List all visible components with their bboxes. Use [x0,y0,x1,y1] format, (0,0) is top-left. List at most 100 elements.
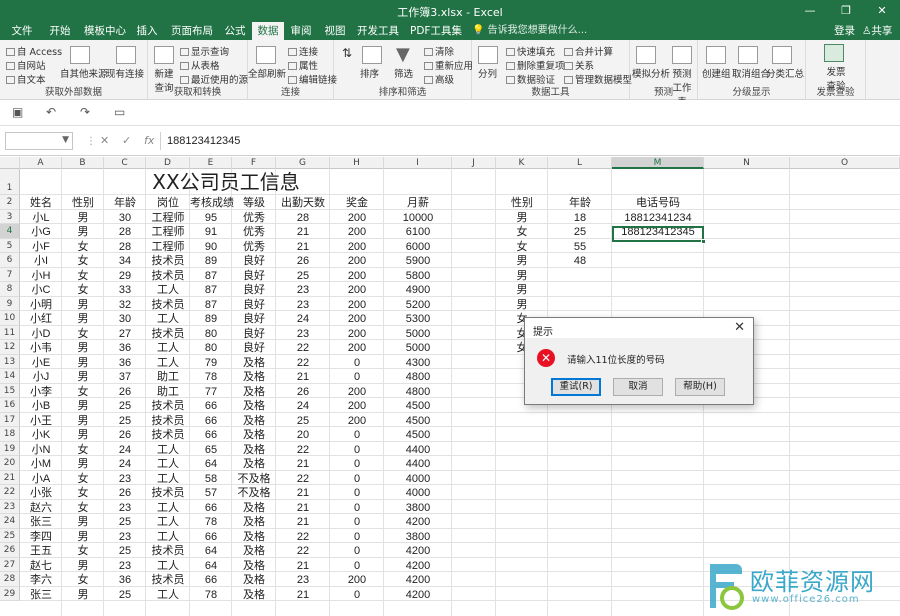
row-header-12[interactable]: 12 [0,340,20,355]
table-header-cell[interactable]: 奖金 [330,196,384,211]
table-cell[interactable]: 80 [190,341,232,356]
save-icon[interactable]: ▣ [12,105,23,119]
table-cell[interactable]: 小韦 [20,341,62,356]
table-cell[interactable]: 200 [330,341,384,356]
table-cell[interactable]: 女 [62,240,104,255]
table-header-cell[interactable]: 月薪 [384,196,452,211]
table-cell[interactable]: 25 [104,399,146,414]
table-cell[interactable]: 男 [62,399,104,414]
table-cell[interactable]: 21 [276,240,330,255]
cancel-entry-icon[interactable]: ✕ [100,134,109,147]
table-cell[interactable]: 26 [104,385,146,400]
table-cell[interactable]: 30 [104,312,146,327]
table-cell[interactable]: 21 [276,486,330,501]
properties-button[interactable]: 属性 [288,58,318,72]
flash-fill-button[interactable]: 快速填充 [506,44,555,58]
table-cell[interactable]: 21 [276,559,330,574]
table-cell[interactable]: 23 [104,559,146,574]
table-cell[interactable]: 0 [330,472,384,487]
side-table-cell[interactable]: 女 [496,225,548,240]
table-cell[interactable]: 技术员 [146,486,190,501]
table-cell[interactable]: 良好 [232,283,276,298]
tab-data[interactable]: 数据 [252,22,284,40]
table-cell[interactable]: 4800 [384,385,452,400]
table-cell[interactable]: 22 [276,356,330,371]
touch-mode-icon[interactable]: ▭ [114,105,125,119]
table-cell[interactable]: 小张 [20,486,62,501]
table-cell[interactable]: 21 [276,370,330,385]
table-cell[interactable]: 21 [276,457,330,472]
table-cell[interactable]: 89 [190,312,232,327]
table-cell[interactable]: 0 [330,370,384,385]
table-cell[interactable]: 4800 [384,370,452,385]
table-cell[interactable]: 女 [62,283,104,298]
table-cell[interactable]: 小F [20,240,62,255]
formula-input[interactable]: 188123412345 [160,132,896,150]
table-cell[interactable]: 小H [20,269,62,284]
row-header-23[interactable]: 23 [0,499,20,514]
tell-me-search[interactable]: 💡 告诉我您想要做什么... [472,22,587,40]
row-header-10[interactable]: 10 [0,311,20,326]
row-header-6[interactable]: 6 [0,253,20,268]
table-cell[interactable]: 良好 [232,254,276,269]
table-cell[interactable]: 5000 [384,327,452,342]
table-cell[interactable]: 21 [276,501,330,516]
column-header-a[interactable]: A [20,157,62,169]
from-table-button[interactable]: 从表格 [180,58,220,72]
column-header-j[interactable]: J [452,157,496,169]
cancel-button[interactable]: 取消 [613,378,663,396]
table-cell[interactable]: 4000 [384,486,452,501]
name-box[interactable]: ▼ [5,132,73,150]
table-cell[interactable]: 78 [190,588,232,603]
table-cell[interactable]: 21 [276,588,330,603]
table-cell[interactable]: 小李 [20,385,62,400]
table-cell[interactable]: 23 [104,472,146,487]
table-cell[interactable]: 34 [104,254,146,269]
table-cell[interactable]: 小王 [20,414,62,429]
table-cell[interactable]: 200 [330,240,384,255]
table-cell[interactable]: 200 [330,414,384,429]
table-cell[interactable]: 小E [20,356,62,371]
table-cell[interactable]: 25 [276,414,330,429]
table-cell[interactable]: 32 [104,298,146,313]
table-cell[interactable]: 男 [62,298,104,313]
table-cell[interactable]: 25 [104,414,146,429]
column-header-c[interactable]: C [104,157,146,169]
table-cell[interactable]: 66 [190,501,232,516]
row-header-2[interactable]: 2 [0,195,20,210]
table-cell[interactable]: 赵六 [20,501,62,516]
column-header-m[interactable]: M [612,157,704,169]
table-header-cell[interactable]: 年龄 [104,196,146,211]
create-group-button[interactable]: 创建组 [702,66,731,80]
table-cell[interactable]: 25 [104,544,146,559]
table-cell[interactable]: 李四 [20,530,62,545]
table-header-cell[interactable]: 出勤天数 [276,196,330,211]
table-cell[interactable]: 37 [104,370,146,385]
side-table-cell[interactable]: 18812341234 [612,211,704,226]
show-queries-button[interactable]: 显示查询 [180,44,229,58]
remove-duplicates-button[interactable]: 删除重复项 [506,58,565,72]
restore-button[interactable]: ❐ [828,0,864,22]
table-header-cell[interactable]: 岗位 [146,196,190,211]
row-header-24[interactable]: 24 [0,514,20,529]
table-cell[interactable]: 10000 [384,211,452,226]
table-cell[interactable]: 赵七 [20,559,62,574]
table-header-cell[interactable]: 等级 [232,196,276,211]
table-cell[interactable]: 91 [190,225,232,240]
table-cell[interactable]: 23 [104,501,146,516]
table-cell[interactable]: 及格 [232,457,276,472]
table-cell[interactable]: 小I [20,254,62,269]
table-cell[interactable]: 技术员 [146,414,190,429]
table-cell[interactable]: 技术员 [146,544,190,559]
table-cell[interactable]: 男 [62,370,104,385]
table-cell[interactable]: 不及格 [232,486,276,501]
table-cell[interactable]: 28 [276,211,330,226]
table-cell[interactable]: 4200 [384,588,452,603]
table-cell[interactable]: 张三 [20,588,62,603]
column-header-o[interactable]: O [790,157,900,169]
table-cell[interactable]: 女 [62,254,104,269]
subtotal-button[interactable]: 分类汇总 [766,66,804,80]
table-cell[interactable]: 工人 [146,472,190,487]
table-cell[interactable]: 0 [330,544,384,559]
table-cell[interactable]: 及格 [232,428,276,443]
